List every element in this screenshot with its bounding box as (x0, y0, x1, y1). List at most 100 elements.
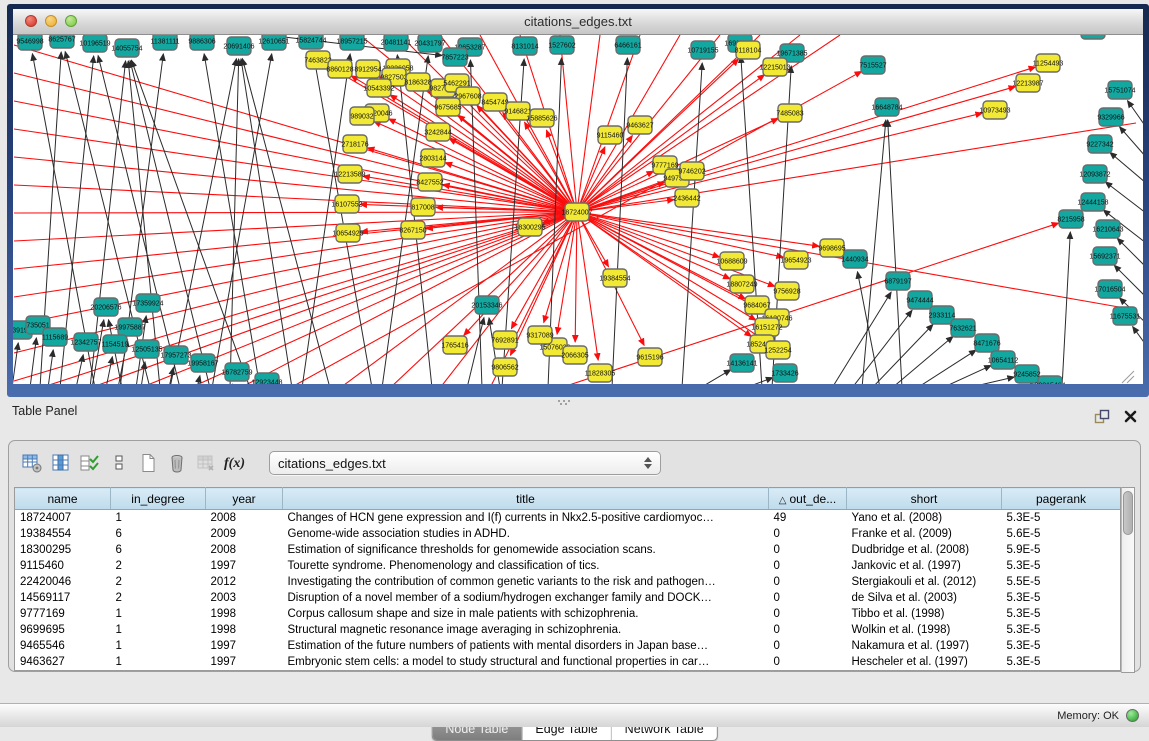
graph-node-teal[interactable]: 20431797 (414, 35, 445, 52)
table-row[interactable]: 1872400712008Changes of HCN gene express… (15, 510, 1121, 527)
function-builder-icon[interactable]: f(x) (220, 450, 249, 477)
network-window-titlebar[interactable]: citations_edges.txt (13, 9, 1143, 35)
graph-node-teal[interactable]: 8131014 (511, 37, 538, 55)
graph-node-yellow[interactable]: 1765416 (441, 336, 468, 354)
graph-node-teal[interactable]: 12923448 (251, 373, 282, 384)
table-row[interactable]: 946362711997Embryonic stem cells: a mode… (15, 654, 1121, 671)
graph-edge[interactable] (967, 377, 1014, 384)
graph-edge[interactable] (1062, 232, 1070, 384)
graph-node-teal[interactable]: 9245852 (1013, 365, 1040, 383)
graph-node-yellow[interactable]: 8860128 (326, 60, 353, 78)
column-header-pagerank[interactable]: pagerank (1002, 488, 1121, 510)
graph-edge[interactable] (1110, 152, 1143, 183)
graph-edge[interactable] (14, 212, 577, 241)
graph-node-yellow[interactable]: 1252254 (764, 341, 791, 359)
graph-node-yellow[interactable]: 2718176 (341, 135, 368, 153)
graph-edge[interactable] (544, 212, 577, 323)
graph-edge[interactable] (170, 59, 236, 384)
table-row[interactable]: 1938455462009Genome-wide association stu… (15, 526, 1121, 542)
graph-node-teal[interactable]: 9474444 (906, 291, 933, 309)
column-header-in-degree[interactable]: in_degree (111, 488, 206, 510)
column-header-title[interactable]: title (283, 488, 769, 510)
graph-node-teal[interactable]: 14136141 (726, 354, 757, 372)
table-options-icon[interactable] (17, 450, 46, 477)
graph-node-teal[interactable]: 18957215 (336, 35, 367, 50)
graph-node-teal[interactable]: 20206576 (90, 298, 121, 316)
graph-node-teal[interactable]: 16210643 (1092, 220, 1123, 238)
graph-edge[interactable] (577, 67, 1036, 212)
graph-edge[interactable] (14, 212, 577, 213)
graph-edge[interactable] (14, 101, 577, 212)
graph-node-yellow[interactable]: 10688609 (716, 252, 747, 270)
graph-node-yellow[interactable]: 2066305 (561, 346, 588, 364)
table-row[interactable]: 969969511998Structural magnetic resonanc… (15, 622, 1121, 638)
graph-node-teal[interactable]: 1527602 (548, 36, 575, 54)
graph-edge[interactable] (242, 59, 330, 384)
graph-edge[interactable] (13, 343, 18, 384)
graph-node-teal[interactable]: 15824744 (295, 35, 326, 49)
graph-edge[interactable] (888, 120, 902, 384)
graph-node-teal[interactable]: 6466161 (614, 36, 641, 54)
graph-node-teal[interactable]: 12610651 (258, 35, 289, 50)
graph-edge[interactable] (872, 324, 933, 384)
graph-node-yellow[interactable]: 8427552 (416, 173, 443, 191)
graph-node-yellow[interactable]: 10543392 (363, 79, 394, 97)
graph-node-yellow[interactable]: 19384554 (599, 269, 630, 287)
graph-node-teal[interactable]: 8625767 (48, 35, 75, 48)
graph-node-yellow[interactable]: 9806562 (491, 358, 518, 376)
graph-node-yellow[interactable]: 817008 (411, 198, 435, 216)
graph-node-yellow[interactable]: 7485083 (776, 104, 803, 122)
table-row[interactable]: 946554611997Estimation of the future num… (15, 638, 1121, 654)
graph-edge[interactable] (1133, 327, 1143, 345)
column-header-out-de[interactable]: △out_de... (769, 488, 847, 510)
graph-node-teal[interactable]: 9329966 (1097, 108, 1124, 126)
graph-node-teal[interactable]: 16782759 (221, 363, 252, 381)
graph-node-teal[interactable]: 6879197 (884, 272, 911, 290)
graph-edge[interactable] (745, 378, 773, 384)
graph-node-teal[interactable]: 20481141 (381, 35, 412, 51)
graph-node-yellow[interactable]: 11828305 (585, 364, 616, 382)
graph-node-teal[interactable]: 9227342 (1086, 135, 1113, 153)
graph-edge[interactable] (340, 212, 577, 384)
graph-node-yellow[interactable]: 12215013 (759, 58, 790, 76)
graph-edge[interactable] (14, 212, 577, 269)
graph-node-teal[interactable]: 18039498 (1077, 35, 1108, 39)
graph-node-teal[interactable]: 1154519 (102, 335, 129, 353)
panel-divider-grip[interactable] (558, 400, 574, 406)
graph-node-yellow[interactable]: 18300295 (514, 218, 545, 236)
graph-node-teal[interactable]: 10196519 (79, 35, 110, 52)
graph-edge[interactable] (577, 212, 819, 246)
column-check-icon[interactable] (75, 450, 104, 477)
column-header-short[interactable]: short (847, 488, 1002, 510)
table-source-dropdown[interactable]: citations_edges.txt (269, 451, 661, 475)
create-column-icon[interactable] (133, 450, 162, 477)
graph-node-teal[interactable]: 20015464 (1034, 376, 1065, 384)
graph-node-teal[interactable]: 14055754 (111, 39, 142, 57)
graph-edge[interactable] (190, 212, 577, 384)
graph-edge[interactable] (1117, 238, 1143, 267)
graph-node-yellow[interactable]: 16151272 (751, 318, 782, 336)
graph-node-yellow[interactable]: 12213987 (1012, 74, 1043, 92)
table-row[interactable]: 2242004622012Investigating the contribut… (15, 574, 1121, 590)
graph-edge[interactable] (577, 212, 730, 279)
graph-node-yellow[interactable]: 8186328 (404, 73, 431, 91)
graph-edge[interactable] (14, 185, 577, 212)
table-row[interactable]: 1830029562008Estimation of significance … (15, 542, 1121, 558)
float-panel-icon[interactable] (1094, 409, 1110, 424)
graph-node-yellow[interactable]: 2436442 (673, 189, 700, 207)
graph-node-yellow[interactable]: 16107552 (331, 195, 362, 213)
graph-edge[interactable] (130, 61, 210, 384)
graph-edge[interactable] (76, 355, 83, 384)
graph-edge[interactable] (48, 350, 53, 384)
graph-node-yellow[interactable]: 8118104 (735, 41, 762, 59)
graph-node-yellow[interactable]: 10973493 (979, 101, 1010, 119)
table-row[interactable]: 977716911998Corpus callosum shape and si… (15, 606, 1121, 622)
graph-node-teal[interactable]: 8471676 (973, 334, 1000, 352)
graph-node-teal[interactable]: 12505135 (131, 340, 162, 358)
graph-node-yellow[interactable]: 9317089 (526, 326, 553, 344)
graph-node-teal[interactable]: 20691406 (223, 37, 254, 55)
graph-edge[interactable] (1120, 127, 1143, 157)
graph-edge[interactable] (212, 54, 272, 384)
graph-node-yellow[interactable]: 10654925 (332, 224, 363, 242)
graph-node-yellow[interactable]: 8912954 (354, 60, 381, 78)
